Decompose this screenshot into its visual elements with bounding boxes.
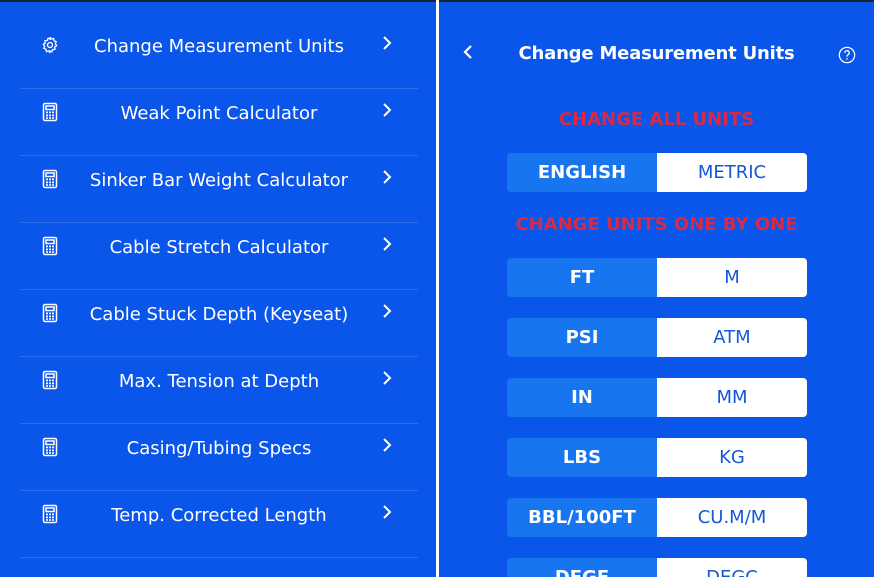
menu-item-label: Max. Tension at Depth bbox=[118, 371, 320, 392]
menu-item-weak-point-calculator[interactable]: Weak Point Calculator bbox=[20, 89, 418, 156]
calculator-icon bbox=[42, 303, 58, 323]
calculator-icon bbox=[42, 236, 58, 256]
option-bbl-100ft[interactable]: BBL/100FT bbox=[507, 498, 657, 537]
toggle-temperature-units: DEGF DEGC bbox=[507, 558, 807, 577]
units-panel: Change Measurement Units CHANGE ALL UNIT… bbox=[439, 0, 874, 577]
page-title: Change Measurement Units bbox=[518, 43, 795, 64]
chevron-right-icon bbox=[383, 505, 392, 519]
app-window: Change Measurement Units Weak Point Calc… bbox=[0, 0, 874, 577]
option-cu-m-m[interactable]: CU.M/M bbox=[657, 498, 807, 537]
menu-item-label: Cable Stretch Calculator bbox=[109, 237, 329, 258]
option-m[interactable]: M bbox=[657, 258, 807, 297]
help-icon[interactable] bbox=[838, 46, 856, 64]
toggle-diameter-units: IN MM bbox=[507, 378, 807, 417]
option-kg[interactable]: KG bbox=[657, 438, 807, 477]
tools-menu: Change Measurement Units Weak Point Calc… bbox=[0, 0, 436, 577]
section-title-one-by-one: CHANGE UNITS ONE BY ONE bbox=[515, 214, 798, 235]
menu-item-label: Temp. Corrected Length bbox=[111, 505, 327, 526]
gear-icon bbox=[42, 36, 58, 54]
section-title-all-units: CHANGE ALL UNITS bbox=[558, 109, 755, 130]
menu-item-label: Sinker Bar Weight Calculator bbox=[89, 170, 349, 191]
menu-item-cable-stuck-depth[interactable]: Cable Stuck Depth (Keyseat) bbox=[20, 290, 418, 357]
menu-item-change-units[interactable]: Change Measurement Units bbox=[20, 22, 418, 89]
chevron-right-icon bbox=[383, 36, 392, 50]
calculator-icon bbox=[42, 169, 58, 189]
option-degf[interactable]: DEGF bbox=[507, 558, 657, 577]
toggle-all-units: ENGLISH METRIC bbox=[507, 153, 807, 192]
option-english[interactable]: ENGLISH bbox=[507, 153, 657, 192]
chevron-right-icon bbox=[383, 371, 392, 385]
option-degc[interactable]: DEGC bbox=[657, 558, 807, 577]
toggle-pressure-units: PSI ATM bbox=[507, 318, 807, 357]
calculator-icon bbox=[42, 437, 58, 457]
toggle-weight-units: LBS KG bbox=[507, 438, 807, 477]
menu-item-label: Weak Point Calculator bbox=[120, 103, 318, 124]
chevron-right-icon bbox=[383, 438, 392, 452]
calculator-icon bbox=[42, 504, 58, 524]
option-atm[interactable]: ATM bbox=[657, 318, 807, 357]
chevron-right-icon bbox=[383, 237, 392, 251]
chevron-right-icon bbox=[383, 170, 392, 184]
back-chevron-icon[interactable] bbox=[459, 42, 479, 62]
menu-item-cable-stretch-calculator[interactable]: Cable Stretch Calculator bbox=[20, 223, 418, 290]
option-ft[interactable]: FT bbox=[507, 258, 657, 297]
option-lbs[interactable]: LBS bbox=[507, 438, 657, 477]
option-metric[interactable]: METRIC bbox=[657, 153, 807, 192]
menu-item-casing-tubing-specs[interactable]: Casing/Tubing Specs bbox=[20, 424, 418, 491]
toggle-length-units: FT M bbox=[507, 258, 807, 297]
chevron-right-icon bbox=[383, 103, 392, 117]
menu-item-label: Change Measurement Units bbox=[94, 36, 344, 57]
calculator-icon bbox=[42, 370, 58, 390]
option-in[interactable]: IN bbox=[507, 378, 657, 417]
menu-item-label: Cable Stuck Depth (Keyseat) bbox=[89, 304, 349, 325]
menu-item-label: Casing/Tubing Specs bbox=[126, 438, 312, 459]
calculator-icon bbox=[42, 102, 58, 122]
menu-item-sinker-bar-weight-calculator[interactable]: Sinker Bar Weight Calculator bbox=[20, 156, 418, 223]
option-mm[interactable]: MM bbox=[657, 378, 807, 417]
chevron-right-icon bbox=[383, 304, 392, 318]
option-psi[interactable]: PSI bbox=[507, 318, 657, 357]
toggle-volume-units: BBL/100FT CU.M/M bbox=[507, 498, 807, 537]
menu-item-temp-corrected-length[interactable]: Temp. Corrected Length bbox=[20, 491, 418, 558]
menu-item-max-tension-at-depth[interactable]: Max. Tension at Depth bbox=[20, 357, 418, 424]
